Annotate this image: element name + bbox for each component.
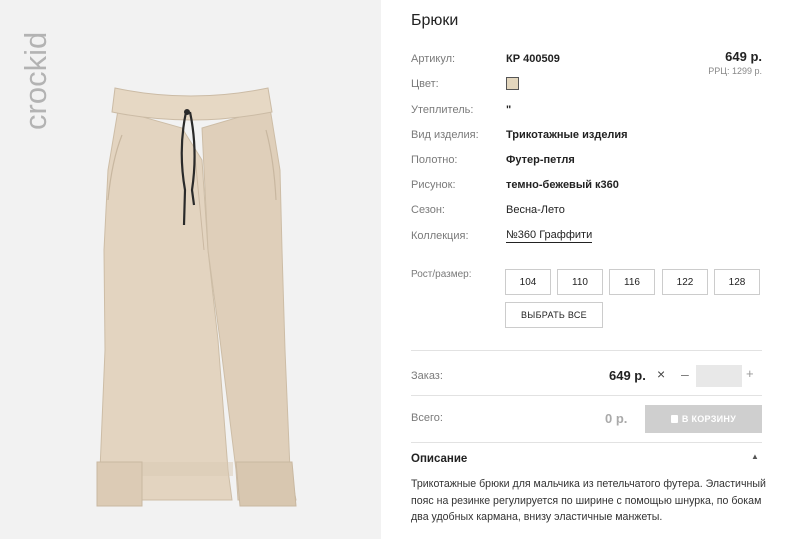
spec-label: Артикул: <box>411 53 456 65</box>
decrement-button[interactable]: – <box>681 366 689 382</box>
increment-button[interactable]: + <box>746 366 754 381</box>
divider <box>411 442 762 443</box>
spec-value: " <box>506 104 512 116</box>
add-to-cart-button[interactable]: В КОРЗИНУ <box>645 405 762 433</box>
bag-icon <box>670 415 678 423</box>
sizes-label: Рост/размер: <box>411 269 472 280</box>
product-image[interactable]: crockid <box>0 0 381 539</box>
size-option[interactable]: 104 <box>505 269 551 295</box>
divider <box>411 350 762 351</box>
chevron-up-icon[interactable]: ▲ <box>751 452 759 461</box>
brand-logo: crockid <box>18 31 53 130</box>
select-all-button[interactable]: ВЫБРАТЬ ВСЕ <box>505 302 603 328</box>
quantity-input[interactable] <box>696 365 742 387</box>
collection-link[interactable]: №360 Граффити <box>506 228 593 243</box>
spec-label: Рисунок: <box>411 179 456 191</box>
size-option[interactable]: 116 <box>609 269 655 295</box>
order-label: Заказ: <box>411 370 443 382</box>
product-title: Брюки <box>411 12 459 29</box>
spec-label: Сезон: <box>411 204 445 216</box>
product-price: 649 р. <box>725 49 762 64</box>
color-swatch[interactable] <box>506 77 519 90</box>
total-value: 0 р. <box>605 411 628 426</box>
spec-value: Футер-петля <box>506 154 575 166</box>
spec-label: Полотно: <box>411 154 458 166</box>
order-price: 649 р. <box>609 368 646 383</box>
spec-value: Весна-Лето <box>506 204 565 216</box>
size-option[interactable]: 110 <box>557 269 603 295</box>
spec-label: Утеплитель: <box>411 104 474 116</box>
description-heading[interactable]: Описание <box>411 453 467 465</box>
spec-label: Коллекция: <box>411 230 469 242</box>
spec-label: Цвет: <box>411 78 439 90</box>
spec-value: темно-бежевый к360 <box>506 179 619 191</box>
spec-value: КР 400509 <box>506 53 560 65</box>
spec-label: Вид изделия: <box>411 129 479 141</box>
close-icon[interactable]: × <box>657 366 665 382</box>
total-label: Всего: <box>411 412 443 424</box>
size-option[interactable]: 128 <box>714 269 760 295</box>
product-rrp: РРЦ: 1299 р. <box>708 66 762 76</box>
pants-illustration <box>96 87 297 507</box>
size-option[interactable]: 122 <box>662 269 708 295</box>
spec-value: Трикотажные изделия <box>506 129 628 141</box>
divider <box>411 395 762 396</box>
description-text: Трикотажные брюки для мальчика из петель… <box>411 478 766 523</box>
add-to-cart-label: В КОРЗИНУ <box>681 414 737 424</box>
